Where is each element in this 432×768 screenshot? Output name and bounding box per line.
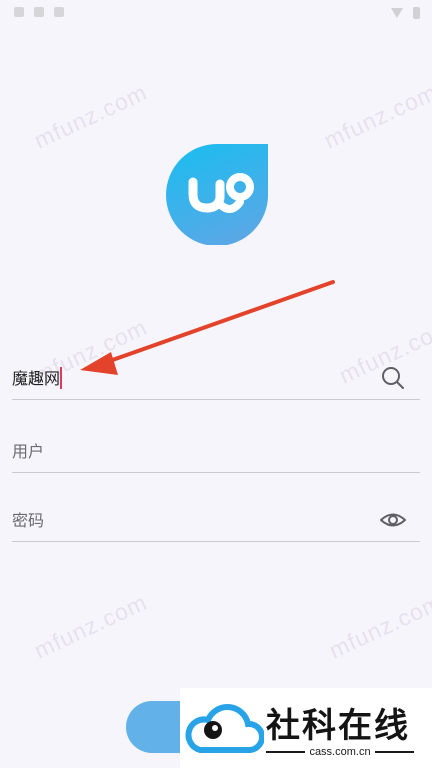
notification-icon	[54, 7, 64, 17]
watermark: mfunz.com	[320, 78, 432, 154]
password-field[interactable]: 密码	[12, 497, 420, 542]
brand-name: 社科在线	[266, 706, 410, 746]
brand-domain: cass.com.cn	[309, 746, 371, 758]
search-icon[interactable]	[380, 365, 406, 391]
divider	[266, 751, 306, 753]
app-logo	[166, 144, 268, 245]
text-cursor	[60, 367, 62, 389]
notification-icon	[14, 7, 24, 17]
password-input[interactable]: 密码	[12, 511, 44, 531]
status-icons-left	[14, 7, 64, 17]
username-input[interactable]: 用户	[12, 442, 44, 462]
wifi-icon	[391, 8, 403, 18]
notification-icon	[34, 7, 44, 17]
divider	[374, 751, 415, 753]
status-bar	[0, 0, 432, 28]
brand-domain-row: cass.com.cn	[266, 746, 415, 758]
watermark: mfunz.com	[30, 78, 152, 154]
username-field[interactable]: 用户	[12, 428, 420, 473]
eye-icon[interactable]	[380, 507, 406, 533]
watermark: mfunz.com	[30, 588, 152, 664]
cloud-logo-icon	[185, 704, 264, 753]
search-field[interactable]: 魔趣网	[12, 355, 420, 400]
status-icons-right	[391, 7, 420, 19]
brand-banner: 社科在线 cass.com.cn	[180, 688, 432, 768]
battery-icon	[413, 7, 420, 19]
search-input[interactable]: 魔趣网	[12, 369, 60, 389]
watermark: mfunz.com	[325, 588, 432, 664]
